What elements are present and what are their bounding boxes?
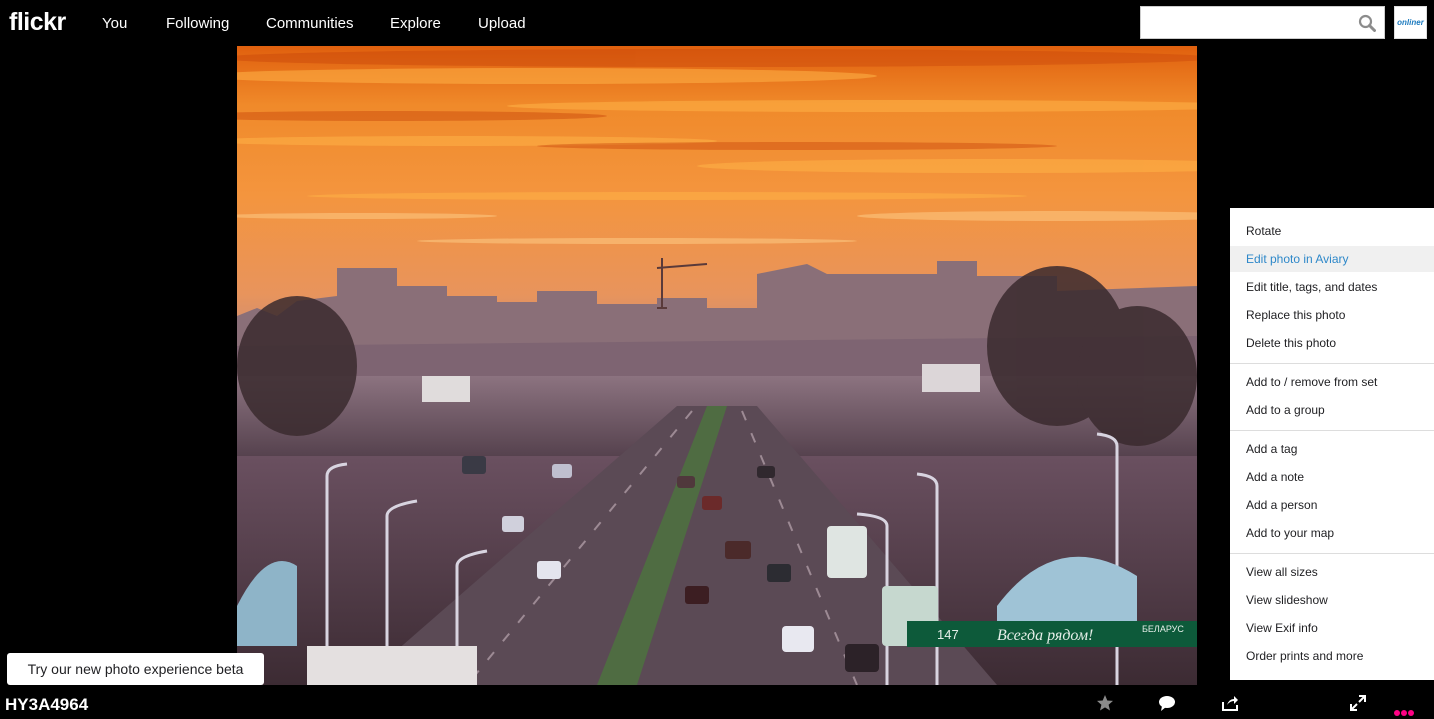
- share-icon[interactable]: [1221, 694, 1239, 712]
- search-box: [1140, 6, 1385, 39]
- menu-rotate[interactable]: Rotate: [1230, 218, 1434, 244]
- menu-view-exif[interactable]: View Exif info: [1230, 615, 1434, 641]
- menu-delete-photo[interactable]: Delete this photo: [1230, 330, 1434, 356]
- menu-add-remove-set[interactable]: Add to / remove from set: [1230, 369, 1434, 395]
- more-icon[interactable]: [1394, 703, 1415, 719]
- menu-add-tag[interactable]: Add a tag: [1230, 436, 1434, 462]
- billboard-brand: БЕЛАРУС: [1142, 624, 1184, 634]
- beta-banner-button[interactable]: Try our new photo experience beta: [7, 653, 264, 685]
- nav-following[interactable]: Following: [166, 15, 229, 32]
- billboard-text: Всегда рядом!: [997, 627, 1093, 644]
- menu-view-all-sizes[interactable]: View all sizes: [1230, 559, 1434, 585]
- menu-edit-title-tags-dates[interactable]: Edit title, tags, and dates: [1230, 274, 1434, 300]
- menu-divider: [1230, 430, 1434, 431]
- nav-you[interactable]: You: [102, 15, 127, 32]
- billboard-number: 147: [937, 627, 959, 642]
- menu-replace-photo[interactable]: Replace this photo: [1230, 302, 1434, 328]
- menu-view-slideshow[interactable]: View slideshow: [1230, 587, 1434, 613]
- star-icon[interactable]: [1096, 694, 1114, 712]
- top-navigation: flickr You Following Communities Explore…: [0, 0, 1434, 46]
- avatar[interactable]: onliner: [1394, 6, 1427, 39]
- nav-explore[interactable]: Explore: [390, 15, 441, 32]
- photo-image: 147 Всегда рядом! БЕЛАРУС: [237, 46, 1197, 685]
- search-icon[interactable]: [1358, 14, 1376, 32]
- menu-edit-in-aviary[interactable]: Edit photo in Aviary: [1230, 246, 1434, 272]
- photo-actions-menu: Rotate Edit photo in Aviary Edit title, …: [1230, 208, 1434, 680]
- menu-add-note[interactable]: Add a note: [1230, 464, 1434, 490]
- menu-divider: [1230, 553, 1434, 554]
- nav-communities[interactable]: Communities: [266, 15, 354, 32]
- photo-toolbar: HY3A4964: [0, 685, 1434, 719]
- menu-add-to-group[interactable]: Add to a group: [1230, 397, 1434, 423]
- comment-icon[interactable]: [1158, 694, 1176, 712]
- main-photo[interactable]: 147 Всегда рядом! БЕЛАРУС: [237, 46, 1197, 685]
- search-input[interactable]: [1141, 7, 1351, 38]
- flickr-logo[interactable]: flickr: [9, 8, 66, 37]
- menu-add-to-map[interactable]: Add to your map: [1230, 520, 1434, 546]
- photo-title: HY3A4964: [5, 695, 89, 714]
- fullscreen-icon[interactable]: [1349, 694, 1367, 712]
- nav-upload[interactable]: Upload: [478, 15, 526, 32]
- menu-add-person[interactable]: Add a person: [1230, 492, 1434, 518]
- menu-divider: [1230, 363, 1434, 364]
- menu-order-prints[interactable]: Order prints and more: [1230, 643, 1434, 669]
